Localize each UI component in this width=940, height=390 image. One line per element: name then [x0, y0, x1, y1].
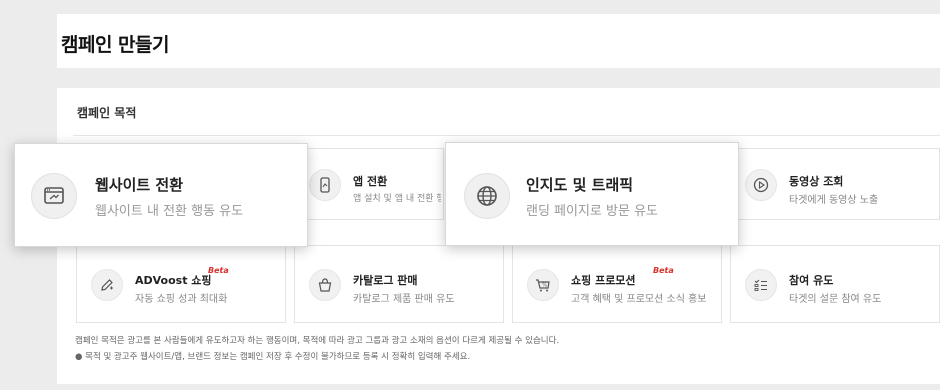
objective-card-app-conversion[interactable]: 앱 전환 앱 설치 및 앱 내 전환 행동 유도	[294, 148, 444, 220]
card-name: 쇼핑 프로모션	[571, 274, 636, 287]
card-desc: 타겟에게 동영상 노출	[789, 195, 879, 206]
header-panel: 캠페인 만들기	[57, 14, 940, 68]
objective-card-website-conversion[interactable]: 웹사이트 전환 웹사이트 내 전환 행동 유도	[14, 143, 308, 247]
objective-card-awareness-traffic[interactable]: 인지도 및 트래픽 랜딩 페이지로 방문 유도	[445, 142, 739, 246]
pencil-sparkle-icon	[91, 269, 123, 301]
card-desc: 타겟의 설문 참여 유도	[789, 294, 882, 305]
beta-badge: Beta	[653, 266, 674, 275]
mobile-app-icon	[309, 169, 341, 201]
beta-badge: Beta	[208, 266, 229, 275]
objective-card-engagement[interactable]: 참여 유도 타겟의 설문 참여 유도	[730, 245, 940, 323]
svg-text:%: %	[542, 283, 547, 289]
survey-checklist-icon	[745, 269, 777, 301]
shopping-bag-icon	[309, 269, 341, 301]
card-desc: 웹사이트 내 전환 행동 유도	[95, 204, 244, 219]
objective-card-shopping-promotion[interactable]: % 쇼핑 프로모션 Beta 고객 혜택 및 프로모션 소식 홍보	[512, 245, 722, 323]
note-line: ● 목적 및 광고주 웹사이트/앱, 브랜드 정보는 캠페인 저장 후 수정이 …	[75, 352, 471, 362]
objective-card-video-view[interactable]: 동영상 조회 타겟에게 동영상 노출	[730, 148, 940, 220]
page-title: 캠페인 만들기	[61, 34, 170, 56]
objective-card-catalog-sales[interactable]: 카탈로그 판매 카탈로그 제품 판매 유도	[294, 245, 504, 323]
globe-icon	[464, 173, 510, 219]
objective-card-advoost-shopping[interactable]: ADVoost 쇼핑 Beta 자동 쇼핑 성과 최대화	[76, 245, 286, 323]
card-desc: 고객 혜택 및 프로모션 소식 홍보	[571, 294, 707, 305]
card-name: 카탈로그 판매	[353, 274, 418, 287]
play-icon	[745, 169, 777, 201]
card-name: 참여 유도	[789, 274, 834, 287]
card-desc: 앱 설치 및 앱 내 전환 행동 유도	[353, 194, 441, 204]
card-name: 인지도 및 트래픽	[526, 176, 634, 194]
note-line: 캠페인 목적은 광고를 본 사람들에게 유도하고자 하는 행동이며, 목적에 따…	[75, 336, 560, 346]
section-title: 캠페인 목적	[77, 106, 137, 120]
card-name: ADVoost 쇼핑	[135, 274, 212, 287]
cart-discount-icon: %	[527, 269, 559, 301]
divider	[73, 135, 940, 136]
card-desc: 자동 쇼핑 성과 최대화	[135, 294, 228, 305]
browser-conversion-icon	[31, 173, 77, 219]
card-name: 웹사이트 전환	[95, 176, 184, 194]
card-desc: 랜딩 페이지로 방문 유도	[526, 204, 658, 219]
card-desc: 카탈로그 제품 판매 유도	[353, 294, 455, 305]
objective-notes: 캠페인 목적은 광고를 본 사람들에게 유도하고자 하는 행동이며, 목적에 따…	[75, 333, 559, 365]
card-name: 동영상 조회	[789, 175, 844, 188]
card-name: 앱 전환	[353, 175, 388, 188]
